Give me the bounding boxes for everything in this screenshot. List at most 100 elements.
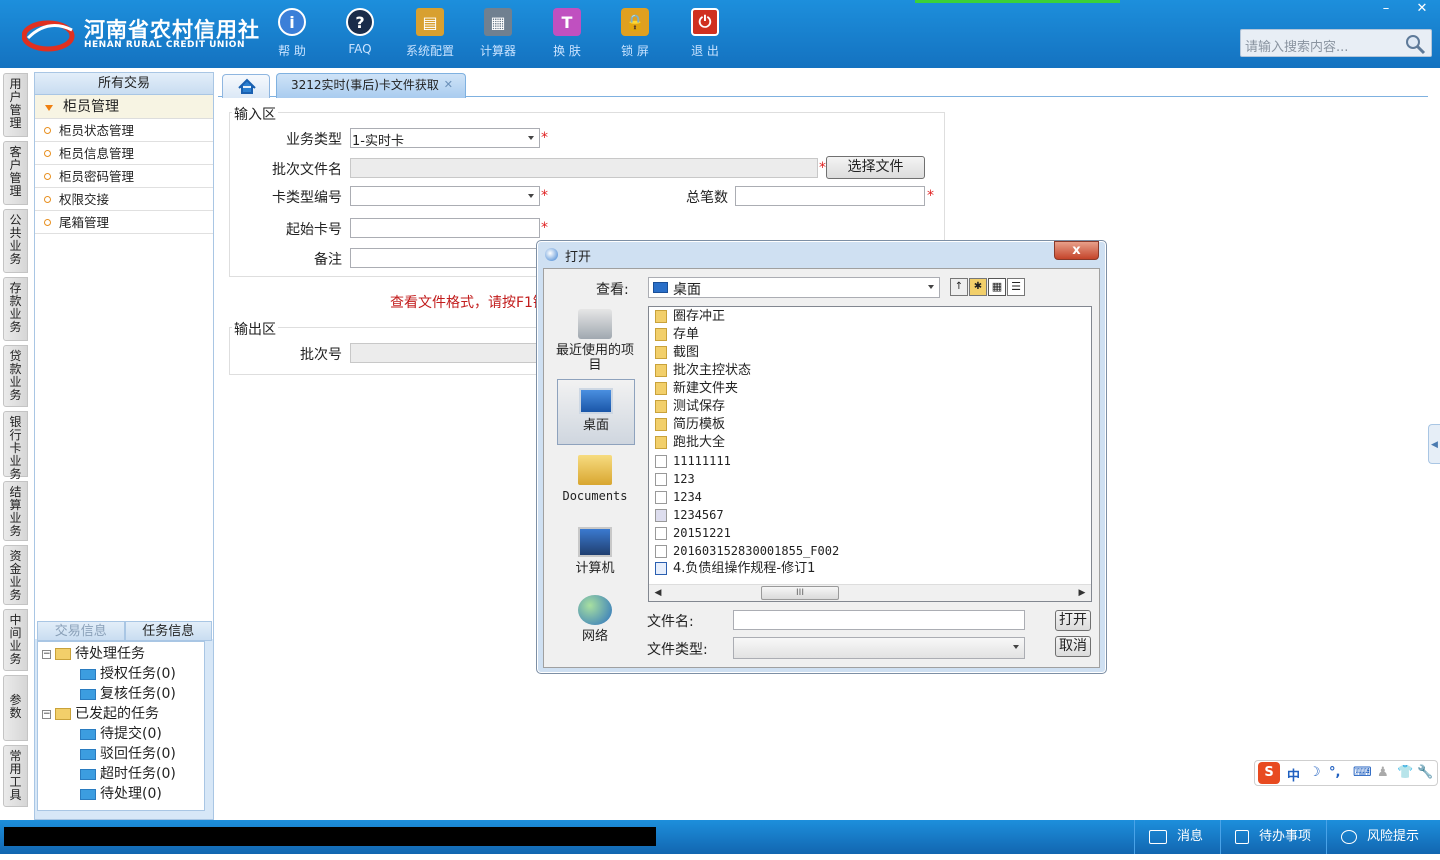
batch-file-input[interactable] [350, 158, 818, 178]
total-count-input[interactable] [735, 186, 925, 206]
biz-type-label: 业务类型 [286, 132, 342, 148]
dialog-close-button[interactable]: x [1054, 241, 1099, 260]
home-tab[interactable] [222, 74, 270, 98]
close-window-button[interactable]: ✕ [1404, 0, 1440, 18]
search-box[interactable]: 请输入搜索内容... [1240, 29, 1432, 57]
view-details-icon[interactable]: ▦ [988, 278, 1006, 296]
file-item[interactable]: 1234567 [655, 506, 724, 524]
tree-node-to-process[interactable]: 待处理(0) [80, 784, 162, 804]
moon-icon[interactable]: ☽ [1309, 765, 1321, 780]
open-button[interactable]: 打开 [1055, 610, 1091, 631]
calculator-button[interactable]: ▦ 计算器 [468, 8, 528, 62]
tree-node-pending[interactable]: − 待处理任务 [42, 644, 145, 664]
system-config-button[interactable]: ▤ 系统配置 [400, 8, 460, 62]
file-item[interactable]: 存单 [655, 326, 699, 344]
nav-item-teller-info[interactable]: 柜员信息管理 [35, 142, 213, 165]
user-icon[interactable]: ♟ [1377, 765, 1389, 780]
tree-node-review-task[interactable]: 复核任务(0) [80, 684, 176, 704]
file-item[interactable]: 测试保存 [655, 398, 725, 416]
todo-button[interactable]: 待办事项 [1220, 820, 1324, 854]
horizontal-scrollbar[interactable]: ◀ III ▶ [649, 584, 1091, 601]
search-input[interactable]: 请输入搜索内容... [1245, 36, 1348, 55]
file-item[interactable]: 截图 [655, 344, 699, 362]
start-card-input[interactable] [350, 218, 540, 238]
tree-node-to-submit[interactable]: 待提交(0) [80, 724, 162, 744]
nav-item-teller-password[interactable]: 柜员密码管理 [35, 165, 213, 188]
vtab-common-tools[interactable]: 常用工具 [3, 745, 28, 807]
punctuation-icon[interactable]: °, [1329, 765, 1340, 780]
exit-button[interactable]: ⏻ 退 出 [675, 8, 735, 62]
file-item[interactable]: 跑批大全 [655, 434, 725, 452]
sogou-logo-icon[interactable]: S [1258, 762, 1280, 784]
collapse-right-panel-icon[interactable]: ◀ [1428, 424, 1440, 464]
vtab-public-business[interactable]: 公共业务 [3, 209, 28, 273]
close-tab-icon[interactable]: ✕ [444, 74, 453, 96]
new-folder-icon[interactable]: ✱ [969, 278, 987, 296]
nav-item-tail-box[interactable]: 尾箱管理 [35, 211, 213, 234]
lock-screen-button[interactable]: 🔒 锁 屏 [605, 8, 665, 62]
vtab-intermediary-business[interactable]: 中间业务 [3, 609, 28, 671]
change-skin-button[interactable]: T 换 肤 [537, 8, 597, 62]
tree-node-initiated[interactable]: − 已发起的任务 [42, 704, 159, 724]
file-item[interactable]: 简历模板 [655, 416, 725, 434]
scroll-right-icon[interactable]: ▶ [1074, 586, 1090, 600]
place-recent[interactable]: 最近使用的项目 [556, 309, 634, 373]
file-item[interactable]: 20151221 [655, 524, 731, 542]
vtab-parameters[interactable]: 参数 [3, 675, 28, 741]
tab-card-file-fetch[interactable]: 3212实时(事后)卡文件获取 ✕ [276, 73, 466, 98]
file-item[interactable]: 1234 [655, 488, 702, 506]
place-desktop[interactable]: 桌面 [557, 379, 635, 445]
vtab-settlement-business[interactable]: 结算业务 [3, 481, 28, 541]
tree-node-auth-task[interactable]: 授权任务(0) [80, 664, 176, 684]
faq-button[interactable]: ? FAQ [330, 8, 390, 62]
remark-input[interactable] [350, 248, 540, 268]
file-item[interactable]: 4.负债组操作规程-修订1 [655, 560, 815, 578]
tree-node-rejected[interactable]: 驳回任务(0) [80, 744, 176, 764]
cancel-button[interactable]: 取消 [1055, 636, 1091, 657]
place-computer[interactable]: 计算机 [556, 527, 634, 576]
vtab-deposit-business[interactable]: 存款业务 [3, 277, 28, 341]
risk-alert-button[interactable]: 风险提示 [1326, 820, 1436, 854]
scroll-thumb[interactable]: III [761, 586, 839, 600]
vtab-user-management[interactable]: 用户管理 [3, 73, 28, 137]
vtab-bank-card-business[interactable]: 银行卡业务 [3, 411, 28, 481]
view-list-icon[interactable]: ☰ [1007, 278, 1025, 296]
look-in-select[interactable]: 桌面 [648, 277, 940, 298]
file-item[interactable]: 圈存冲正 [655, 308, 725, 326]
collapse-icon[interactable]: − [42, 709, 51, 719]
file-item[interactable]: 批次主控状态 [655, 362, 751, 380]
keyboard-icon[interactable]: ⌨ [1353, 765, 1372, 780]
wrench-icon[interactable]: 🔧 [1417, 765, 1433, 780]
minimize-button[interactable]: – [1368, 0, 1404, 18]
nav-group-teller-management[interactable]: 柜员管理 [35, 95, 213, 119]
select-file-button[interactable]: 选择文件 [826, 156, 925, 179]
help-question-icon: ? [346, 8, 374, 36]
file-item[interactable]: 201603152830001855_F002 [655, 542, 839, 560]
file-item[interactable]: 新建文件夹 [655, 380, 738, 398]
nav-item-teller-status[interactable]: 柜员状态管理 [35, 119, 213, 142]
tree-node-timeout[interactable]: 超时任务(0) [80, 764, 176, 784]
tab-transaction-info[interactable]: 交易信息 [37, 621, 125, 641]
vtab-loan-business[interactable]: 贷款业务 [3, 345, 28, 407]
card-type-select[interactable] [350, 186, 540, 206]
up-folder-icon[interactable]: ↑ [950, 278, 968, 296]
ime-chinese-mode[interactable]: 中 [1287, 765, 1300, 784]
vtab-customer-management[interactable]: 客户管理 [3, 141, 28, 205]
place-documents[interactable]: Documents [556, 455, 634, 504]
biz-type-select[interactable]: 1-实时卡 [350, 128, 540, 149]
place-network[interactable]: 网络 [556, 595, 634, 644]
filename-input[interactable] [733, 610, 1025, 630]
scroll-left-icon[interactable]: ◀ [650, 586, 666, 600]
file-item[interactable]: 123 [655, 470, 695, 488]
file-list: 圈存冲正 存单 截图 批次主控状态 新建文件夹 测试保存 简历模板 跑批大全 1… [648, 306, 1092, 602]
collapse-icon[interactable]: − [42, 649, 51, 659]
search-icon[interactable] [1404, 33, 1426, 55]
help-button[interactable]: i 帮 助 [262, 8, 322, 62]
vtab-fund-business[interactable]: 资金业务 [3, 545, 28, 605]
tab-task-info[interactable]: 任务信息 [124, 621, 212, 641]
skin-icon[interactable]: 👕 [1397, 765, 1413, 780]
messages-button[interactable]: 消息 [1134, 820, 1224, 854]
nav-item-permission-handover[interactable]: 权限交接 [35, 188, 213, 211]
file-item[interactable]: 11111111 [655, 452, 731, 470]
filetype-select[interactable] [733, 637, 1025, 659]
